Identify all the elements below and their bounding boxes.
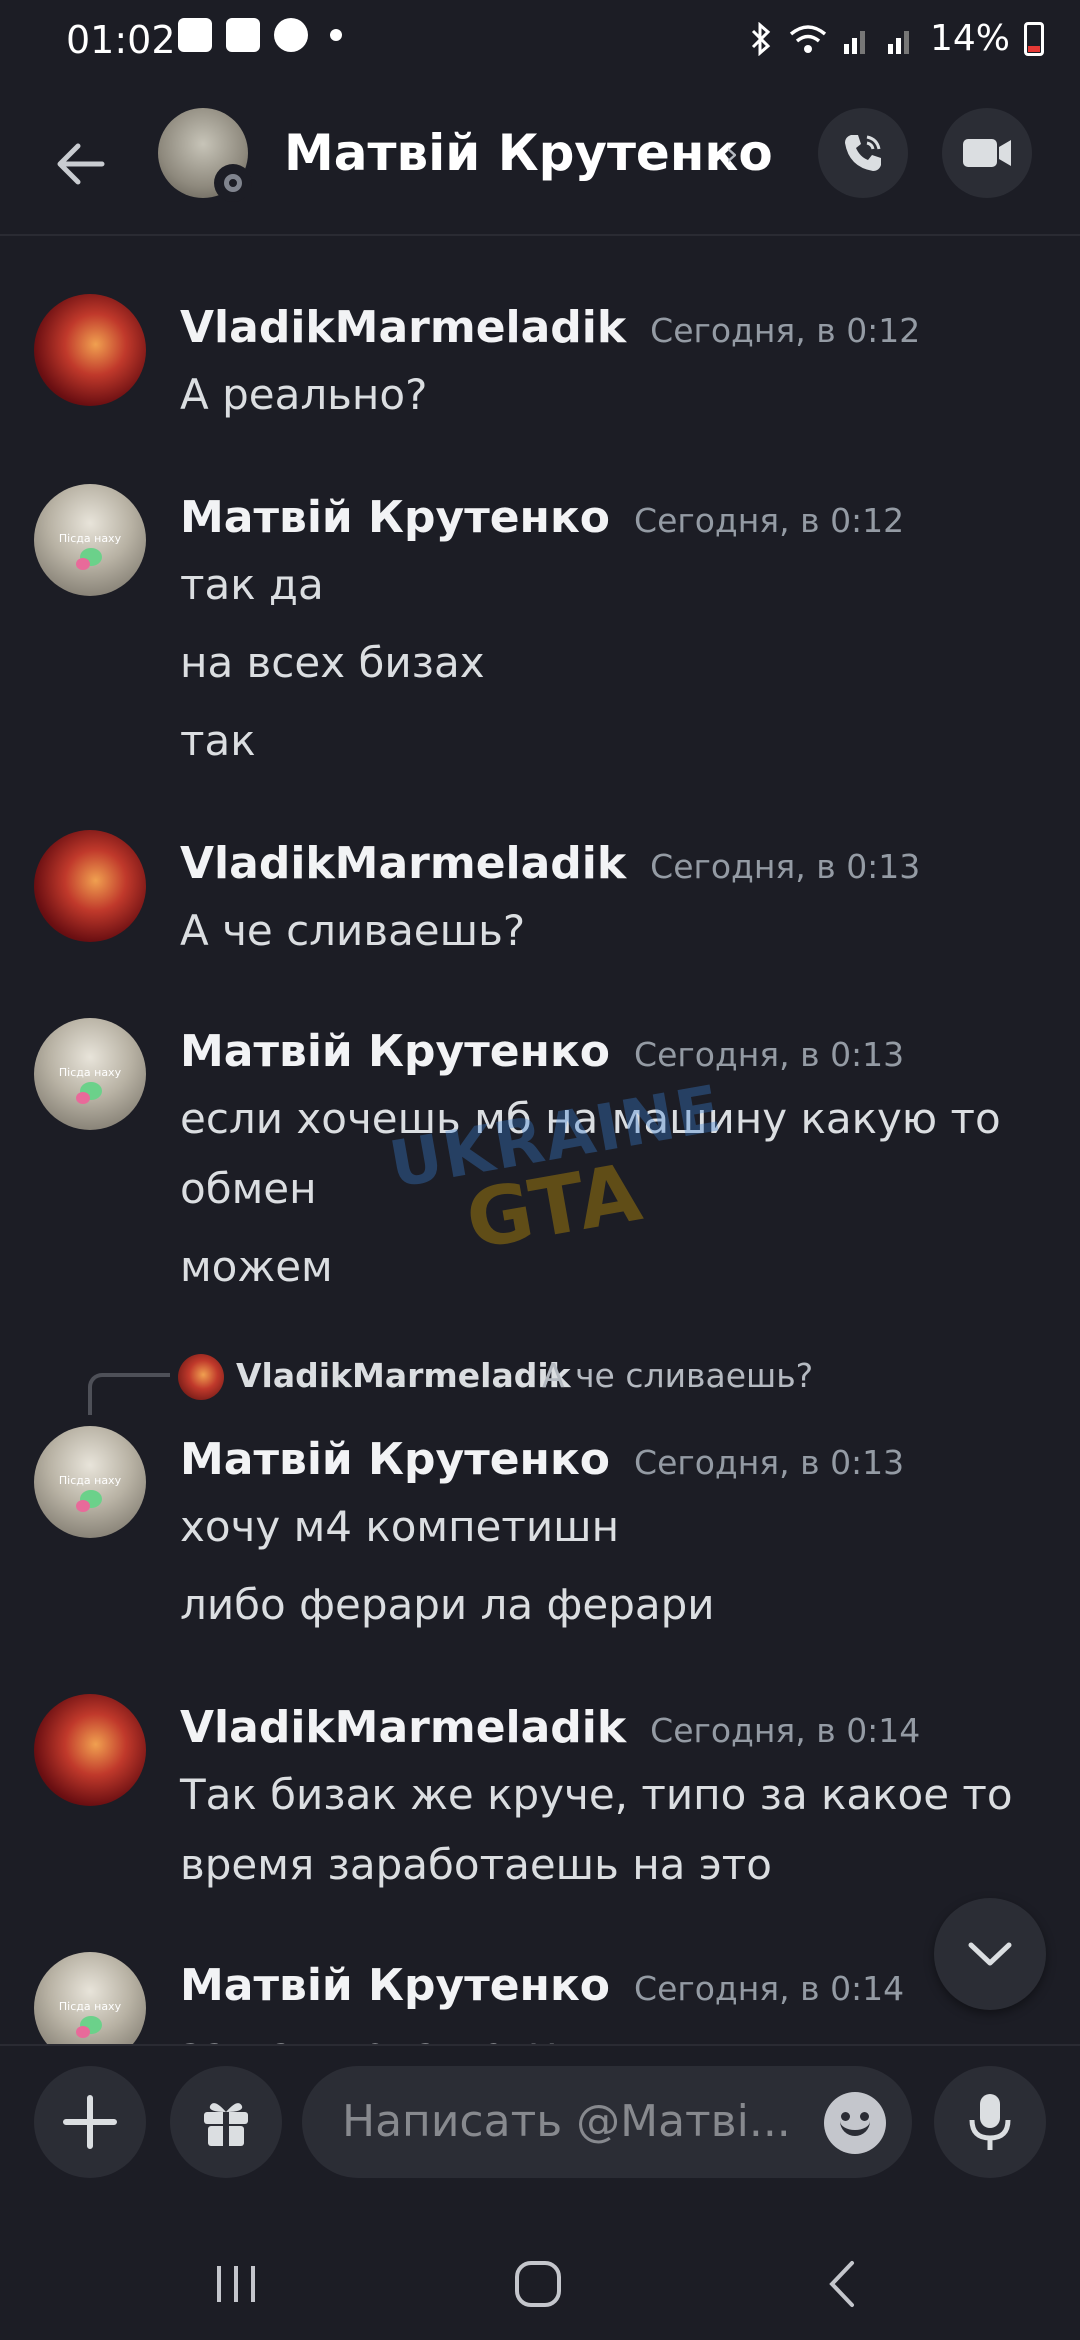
video-camera-icon bbox=[963, 139, 1011, 167]
notification-icons bbox=[178, 18, 342, 52]
recents-button[interactable] bbox=[196, 2244, 276, 2324]
message-author[interactable]: VladikMarmeladik Сегодня, в 0:12 bbox=[180, 302, 920, 353]
message-author[interactable]: Матвій Крутенко Сегодня, в 0:14 bbox=[180, 1960, 904, 2011]
status-time: 01:02 bbox=[66, 18, 176, 62]
avatar-caption: Пісда наху bbox=[58, 532, 122, 545]
message-composer: Написать @Матві... bbox=[0, 2044, 1080, 2216]
reply-preview[interactable]: А че сливаешь? bbox=[542, 1356, 813, 1395]
chevron-down-icon bbox=[968, 1942, 1012, 1966]
author-name[interactable]: Матвій Крутенко bbox=[180, 1434, 610, 1485]
microphone-icon bbox=[969, 2094, 1011, 2150]
offline-status-icon bbox=[214, 164, 252, 202]
message-timestamp: Сегодня, в 0:12 bbox=[650, 311, 921, 350]
message-timestamp: Сегодня, в 0:14 bbox=[634, 1969, 905, 2008]
message-author[interactable]: VladikMarmeladik Сегодня, в 0:14 bbox=[180, 1702, 920, 1753]
message-timestamp: Сегодня, в 0:14 bbox=[650, 1711, 921, 1750]
message-text: на всех бизах bbox=[180, 638, 485, 687]
emoji-icon[interactable] bbox=[824, 2092, 886, 2154]
author-name[interactable]: Матвій Крутенко bbox=[180, 492, 610, 543]
video-call-button[interactable] bbox=[942, 108, 1032, 198]
reply-connector bbox=[88, 1373, 170, 1415]
message-input-placeholder: Написать @Матві... bbox=[342, 2096, 791, 2147]
message-text: можем bbox=[180, 1242, 333, 1291]
message-timestamp: Сегодня, в 0:13 bbox=[634, 1035, 905, 1074]
signal-icon-2 bbox=[887, 30, 909, 54]
back-icon bbox=[829, 2261, 854, 2307]
message-text: время заработаешь на это bbox=[180, 1840, 772, 1889]
message-timestamp: Сегодня, в 0:13 bbox=[650, 847, 921, 886]
author-name[interactable]: VladikMarmeladik bbox=[180, 838, 626, 889]
author-name[interactable]: VladikMarmeladik bbox=[180, 1702, 626, 1753]
message-timestamp: Сегодня, в 0:12 bbox=[634, 501, 905, 540]
home-icon bbox=[515, 2261, 561, 2307]
message-text: так да bbox=[180, 560, 324, 609]
attach-button[interactable] bbox=[34, 2066, 146, 2178]
avatar[interactable]: Пісда наху bbox=[34, 1952, 146, 2044]
gift-icon bbox=[204, 2103, 248, 2146]
reply-author[interactable]: VladikMarmeladik bbox=[236, 1356, 571, 1395]
message-text: если хочешь мб на машину какую то bbox=[180, 1094, 1001, 1143]
author-name[interactable]: Матвій Крутенко bbox=[180, 1960, 610, 2011]
battery-icon bbox=[1024, 21, 1044, 56]
back-button[interactable] bbox=[40, 124, 120, 204]
avatar-caption: Пісда наху bbox=[58, 2000, 122, 2013]
avatar[interactable]: Пісда наху bbox=[34, 484, 146, 596]
message-input[interactable]: Написать @Матві... bbox=[302, 2066, 912, 2178]
wifi-icon bbox=[789, 24, 827, 53]
voice-call-button[interactable] bbox=[818, 108, 908, 198]
home-button[interactable] bbox=[498, 2244, 578, 2324]
message-text: хочу м4 компетишн bbox=[180, 1502, 620, 1551]
message-text: либо ферари ла ферари bbox=[180, 1580, 715, 1629]
avatar[interactable]: Пісда наху bbox=[34, 1426, 146, 1538]
signal-icon bbox=[843, 30, 865, 54]
message-text: обмен bbox=[180, 1164, 317, 1213]
avatar-caption: Пісда наху bbox=[58, 1066, 122, 1079]
arrow-left-icon bbox=[57, 143, 105, 185]
message-list[interactable]: VladikMarmeladik Сегодня, в 0:12 А реальн… bbox=[0, 236, 1080, 2044]
chevron-right-icon[interactable]: › bbox=[725, 134, 739, 174]
message-text: Так бизак же круче, типо за какое то bbox=[180, 1770, 1013, 1819]
gift-button[interactable] bbox=[170, 2066, 282, 2178]
message-author[interactable]: Матвій Крутенко Сегодня, в 0:12 bbox=[180, 492, 904, 543]
back-nav-button[interactable] bbox=[802, 2244, 882, 2324]
author-name[interactable]: Матвій Крутенко bbox=[180, 1026, 610, 1077]
avatar[interactable] bbox=[34, 830, 146, 942]
message-author[interactable]: VladikMarmeladik Сегодня, в 0:13 bbox=[180, 838, 920, 889]
avatar-caption: Пісда наху bbox=[58, 1474, 122, 1487]
recents-icon bbox=[217, 2266, 255, 2302]
avatar[interactable]: Пісда наху bbox=[34, 1018, 146, 1130]
plus-icon bbox=[63, 2095, 117, 2149]
bluetooth-icon bbox=[751, 21, 771, 56]
message-text: за нал пока нету bbox=[180, 2028, 555, 2044]
status-bar: 01:02 14% bbox=[0, 0, 1080, 84]
battery-percent: 14% bbox=[929, 18, 1010, 59]
system-status: 14% bbox=[748, 18, 1044, 59]
scroll-to-bottom-button[interactable] bbox=[934, 1898, 1046, 2010]
avatar[interactable] bbox=[34, 1694, 146, 1806]
reply-avatar[interactable] bbox=[178, 1354, 224, 1400]
more-notifications-icon bbox=[330, 29, 342, 41]
voice-message-button[interactable] bbox=[934, 2066, 1046, 2178]
gallery-icon bbox=[178, 18, 212, 52]
viber-icon bbox=[274, 18, 308, 52]
message-text: А че сливаешь? bbox=[180, 906, 526, 955]
avatar[interactable] bbox=[34, 294, 146, 406]
message-text: А реально? bbox=[180, 370, 428, 419]
author-name[interactable]: VladikMarmeladik bbox=[180, 302, 626, 353]
message-text: так bbox=[180, 716, 256, 765]
message-author[interactable]: Матвій Крутенко Сегодня, в 0:13 bbox=[180, 1434, 904, 1485]
system-nav-bar bbox=[0, 2214, 1080, 2340]
message-author[interactable]: Матвій Крутенко Сегодня, в 0:13 bbox=[180, 1026, 904, 1077]
chat-header: Матвій Крутенко › bbox=[0, 84, 1080, 236]
page-title[interactable]: Матвій Крутенко bbox=[284, 124, 773, 182]
message-timestamp: Сегодня, в 0:13 bbox=[634, 1443, 905, 1482]
alert-icon bbox=[226, 18, 260, 52]
phone-icon bbox=[845, 135, 881, 171]
